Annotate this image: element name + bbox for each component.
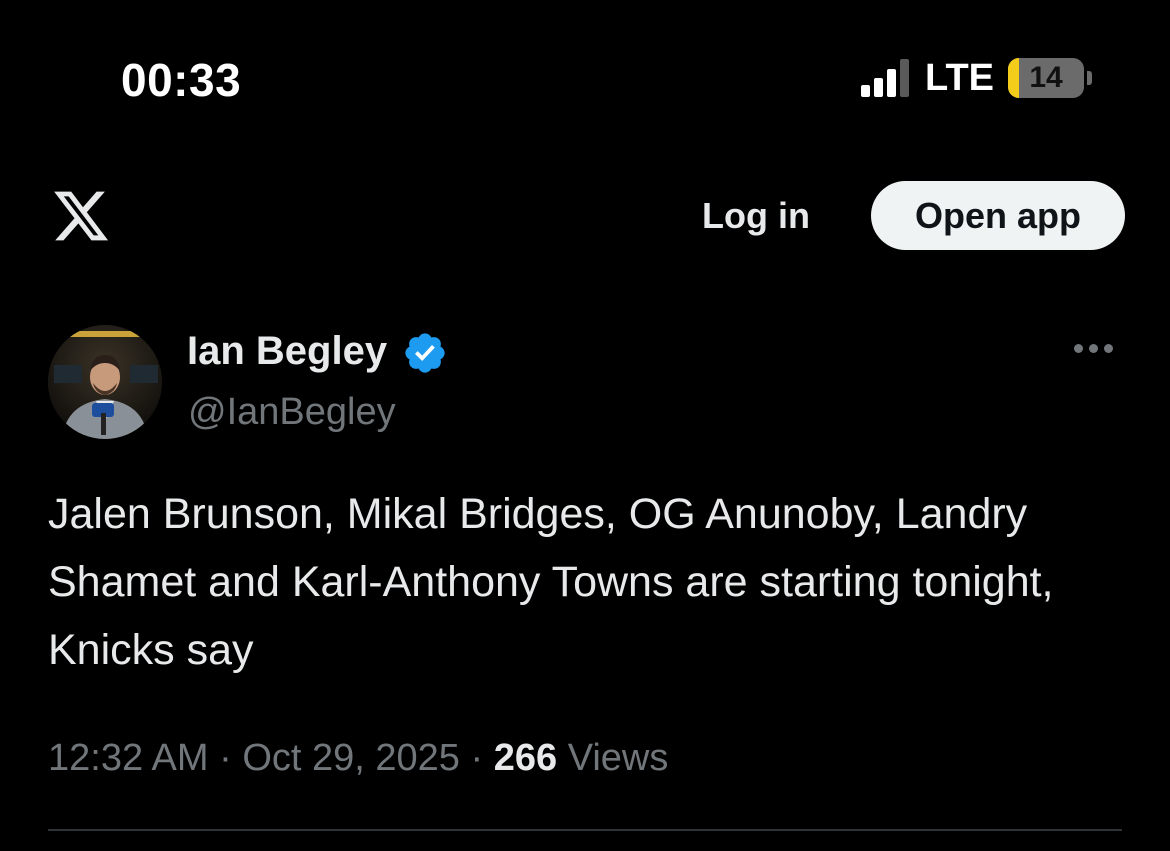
login-link[interactable]: Log in [702,193,810,239]
tweet-time[interactable]: 12:32 AM [48,737,209,779]
author-name[interactable]: Ian Begley [187,328,387,374]
status-time: 00:33 [121,54,242,106]
tweet-text: Jalen Brunson, Mikal Bridges, OG Anunoby… [48,490,1054,674]
divider [48,829,1122,831]
status-indicators: LTE 14 [861,56,1092,100]
x-logo-icon[interactable] [50,186,112,246]
tweet-screen: 00:33 LTE 14 Log in Open app Ian Begley … [0,0,1170,851]
tweet-meta: 12:32 AM · Oct 29, 2025 · 266 Views [48,734,668,782]
avatar-photo [48,325,162,439]
meta-separator: · [470,737,484,779]
views-label: Views [567,737,669,779]
meta-separator: · [219,737,232,779]
network-type: LTE [925,57,994,99]
open-app-button[interactable]: Open app [871,181,1125,250]
tweet-date[interactable]: Oct 29, 2025 [242,737,460,779]
author-handle[interactable]: @IanBegley [188,389,396,435]
avatar[interactable] [48,325,162,439]
more-options-icon[interactable] [1074,344,1113,353]
verified-badge-icon [405,333,445,373]
battery-nub [1087,71,1092,85]
signal-icon [861,59,910,97]
battery-icon: 14 [1008,58,1084,98]
battery-level: 14 [1029,61,1063,94]
views-count: 266 [493,737,558,779]
